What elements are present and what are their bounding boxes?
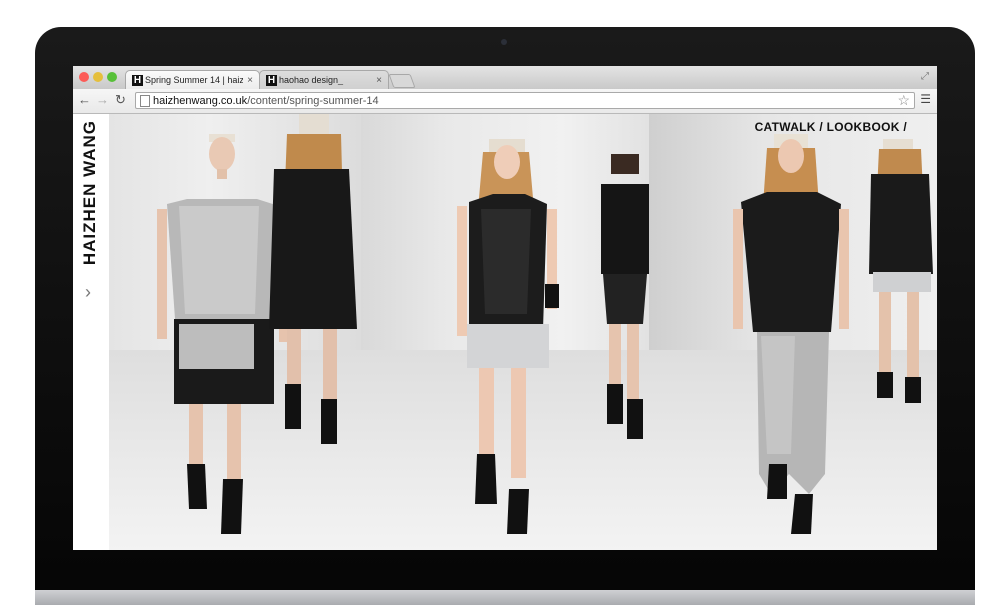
tab-haohao-design[interactable]: H haohao design_ ×	[259, 70, 389, 89]
site-favicon-icon: H	[266, 74, 277, 86]
tab-spring-summer[interactable]: H Spring Summer 14 | haizh ×	[125, 70, 260, 89]
back-arrow-icon[interactable]: ←	[78, 93, 91, 107]
url-text: haizhenwang.co.uk/content/spring-summer-…	[153, 94, 379, 108]
browser-toolbar: ← → ↻ haizhenwang.co.uk/content/spring-s…	[73, 89, 937, 114]
chevron-right-icon[interactable]: ›	[85, 282, 91, 303]
site-sidebar: HAIZHEN WANG ›	[73, 114, 110, 550]
new-tab-button[interactable]	[388, 74, 416, 88]
close-icon[interactable]: ×	[247, 75, 253, 86]
model-figure-1	[157, 114, 357, 534]
url-domain: haizhenwang.co.uk	[153, 95, 248, 107]
minimize-window-button[interactable]	[93, 72, 103, 82]
reload-icon[interactable]: ↻	[115, 93, 126, 107]
menu-icon[interactable]: ☰	[920, 92, 931, 106]
model-figure-2	[457, 139, 649, 534]
model-figure-3	[733, 134, 933, 534]
window-controls	[79, 72, 117, 82]
catwalk-photo-2[interactable]	[361, 114, 649, 550]
catwalk-photo-1[interactable]	[109, 114, 361, 550]
address-bar[interactable]: haizhenwang.co.uk/content/spring-summer-…	[135, 92, 915, 109]
catwalk-photo-3[interactable]: CATWALK / LOOKBOOK /	[649, 114, 937, 550]
browser-window: H Spring Summer 14 | haizh × H haohao de…	[73, 66, 937, 550]
forward-arrow-icon[interactable]: →	[96, 93, 109, 107]
tab-title: Spring Summer 14 | haizh	[145, 75, 244, 85]
fullscreen-icon[interactable]: ⤢	[921, 71, 929, 82]
star-icon[interactable]: ☆	[897, 92, 910, 109]
site-favicon-icon: H	[132, 74, 143, 86]
close-window-button[interactable]	[79, 72, 89, 82]
brand-logo[interactable]: HAIZHEN WANG	[80, 120, 100, 265]
url-path: /content/spring-summer-14	[247, 95, 379, 107]
tab-bar: H Spring Summer 14 | haizh × H haohao de…	[73, 66, 937, 89]
tab-title: haohao design_	[279, 75, 344, 85]
webcam	[501, 39, 507, 45]
monitor-base	[35, 590, 975, 605]
close-icon[interactable]: ×	[376, 75, 382, 86]
zoom-window-button[interactable]	[107, 72, 117, 82]
site-nav-catwalk-lookbook[interactable]: CATWALK / LOOKBOOK /	[755, 120, 907, 134]
page-icon	[140, 95, 150, 107]
web-page: HAIZHEN WANG › CATWALK / LOOKBOOK /	[73, 114, 937, 550]
